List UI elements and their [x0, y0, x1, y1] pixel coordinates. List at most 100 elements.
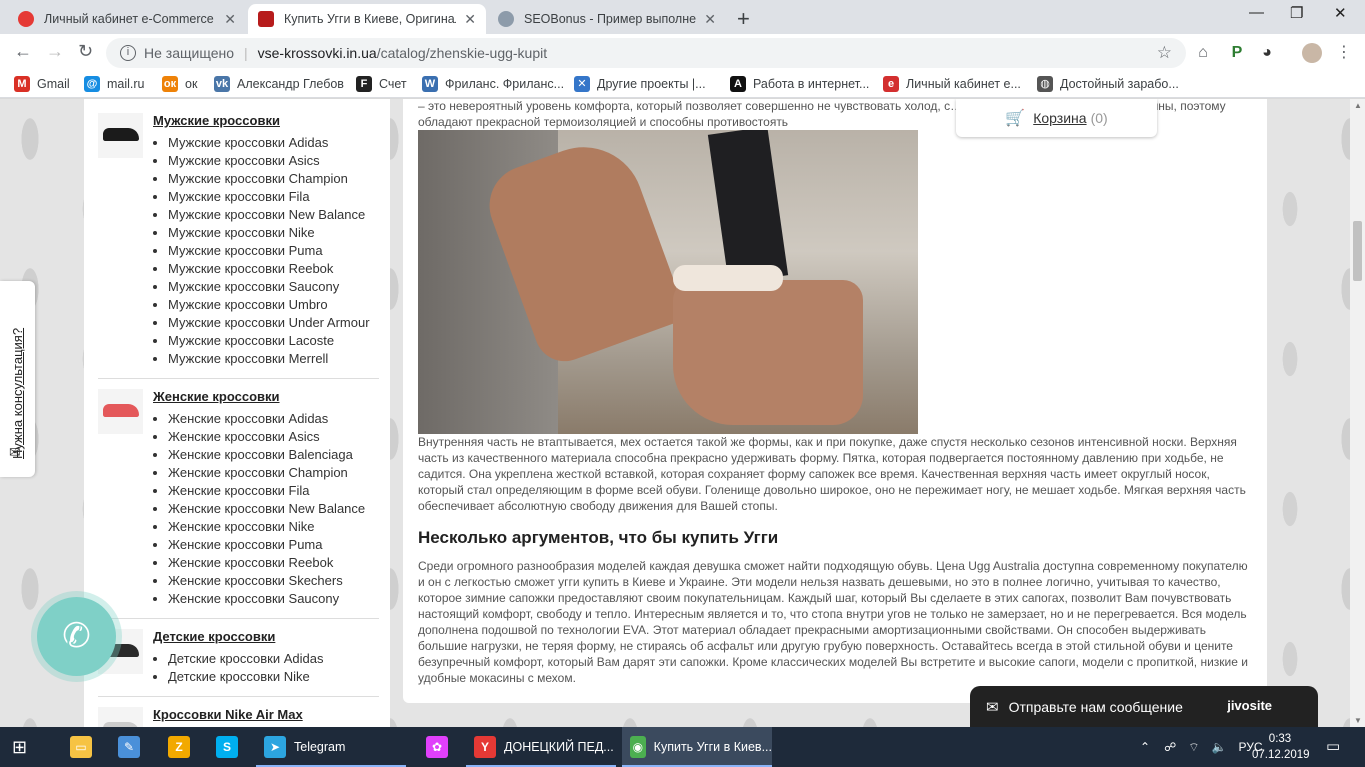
taskbar-paint[interactable]: ✎ [110, 727, 150, 767]
taskbar-skype[interactable]: S [208, 727, 248, 767]
clock[interactable]: 0:33 07.12.2019 [1252, 731, 1310, 763]
bookmark-w[interactable]: W Фриланс. Фриланс... [422, 76, 564, 92]
reload-icon[interactable]: ↻ [78, 41, 93, 62]
wifi-icon[interactable]: ⌔ [1188, 740, 1199, 755]
seobonus-favicon-icon [498, 11, 514, 27]
category-brand-link[interactable]: Мужские кроссовки Asics [168, 152, 370, 170]
category-brand-link[interactable]: Женские кроссовки Reebok [168, 554, 365, 572]
bookmark-mailru[interactable]: @ mail.ru [84, 76, 145, 92]
category-brand-link[interactable]: Женские кроссовки Skechers [168, 572, 365, 590]
bookmark-puzzle[interactable]: ✕ Другие проекты |... [574, 76, 706, 92]
cart-count: (0) [1090, 110, 1108, 126]
category-brand-link[interactable]: Женские кроссовки Saucony [168, 590, 365, 608]
bookmarks-bar: M Gmail @ mail.ru ок ок vk Александр Глебов F Сче… [0, 72, 1365, 98]
category-brand-link[interactable]: Мужские кроссовки Saucony [168, 278, 370, 296]
page-viewport: Мужские кроссовки Мужские кроссовки Adida… [0, 99, 1350, 727]
category-thumbnail[interactable] [98, 113, 143, 158]
tab-ugg[interactable]: Купить Угги в Киеве, Оригинал ✕ [248, 4, 486, 34]
tab-seobonus[interactable]: SEOBonus - Пример выполнения ✕ [488, 4, 726, 34]
bookmark-gmail[interactable]: M Gmail [14, 76, 70, 92]
scroll-up-icon[interactable]: ▲ [1354, 101, 1362, 110]
category-brand-link[interactable]: Мужские кроссовки Umbro [168, 296, 370, 314]
category-brand-link[interactable]: Мужские кроссовки Merrell [168, 350, 370, 368]
callback-phone-button[interactable]: ✆ [37, 597, 116, 676]
chat-label: Отправьте нам сообщение [1008, 698, 1183, 715]
profile-avatar-icon[interactable] [1302, 43, 1322, 63]
taskbar-colorful-app[interactable]: ✿ [418, 727, 458, 767]
volume-icon[interactable]: 🔈 [1212, 740, 1227, 754]
extension-p-icon[interactable]: P [1227, 43, 1247, 63]
bookmark-ecom[interactable]: e Личный кабинет е... [883, 76, 1021, 92]
info-icon[interactable]: i [120, 45, 136, 61]
bookmark-f[interactable]: F Счет [356, 76, 407, 92]
category-brand-link[interactable]: Женские кроссовки Champion [168, 464, 365, 482]
start-button[interactable]: ⊞ [12, 727, 27, 767]
scroll-down-icon[interactable]: ▼ [1354, 716, 1362, 725]
taskbar-explorer[interactable]: ▭ [62, 727, 102, 767]
taskbar-label: Купить Угги в Киев... [653, 740, 772, 754]
minimize-icon[interactable]: — [1249, 4, 1264, 21]
jivosite-logo: jivosite [1227, 698, 1272, 713]
category-title-link[interactable]: Детские кроссовки [153, 629, 323, 644]
category-brand-link[interactable]: Мужские кроссовки New Balance [168, 206, 370, 224]
address-bar[interactable]: i Не защищено | vse-krossovki.in.ua /cat… [106, 38, 1186, 68]
bookmark-ok[interactable]: ок ок [162, 76, 197, 92]
cart-widget[interactable]: 🛒 Корзина (0) [956, 99, 1157, 137]
category-brand-link[interactable]: Женские кроссовки Balenciaga [168, 446, 365, 464]
category-title-link[interactable]: Кроссовки Nike Air Max [153, 707, 303, 722]
category-brand-link[interactable]: Мужские кроссовки Nike [168, 224, 370, 242]
notifications-icon[interactable]: ▭ [1326, 737, 1340, 755]
home-icon[interactable]: ⌂ [1193, 43, 1213, 63]
jivosite-chat-bar[interactable]: ✉ Отправьте нам сообщение jivosite [970, 686, 1318, 727]
forward-icon[interactable]: → [46, 41, 64, 62]
bookmark-label: Фриланс. Фриланс... [445, 77, 565, 91]
bookmark-vk[interactable]: vk Александр Глебов [214, 76, 344, 92]
close-tab-icon[interactable]: ✕ [464, 11, 476, 28]
category-brand-link[interactable]: Мужские кроссовки Reebok [168, 260, 370, 278]
taskbar-yandex[interactable]: Y ДОНЕЦКИЙ ПЕД... [466, 727, 616, 767]
close-window-icon[interactable]: ✕ [1334, 4, 1347, 22]
category-brand-link[interactable]: Детские кроссовки Adidas [168, 650, 323, 668]
taskbar-z-app[interactable]: Z [160, 727, 200, 767]
page-scrollbar[interactable]: ▲ ▼ [1350, 99, 1365, 727]
sneaker-icon [103, 404, 139, 417]
category-thumbnail[interactable] [98, 389, 143, 434]
category-brand-link[interactable]: Мужские кроссовки Puma [168, 242, 370, 260]
bookmark-a[interactable]: A Работа в интернет... [730, 76, 869, 92]
cart-link[interactable]: Корзина [1033, 110, 1086, 126]
category-title-link[interactable]: Мужские кроссовки [153, 113, 370, 128]
back-icon[interactable]: ← [14, 41, 32, 62]
taskbar-chrome[interactable]: ◉ Купить Угги в Киев... [622, 727, 772, 767]
new-tab-button[interactable]: + [737, 6, 750, 32]
close-tab-icon[interactable]: ✕ [224, 11, 236, 28]
category-brand-link[interactable]: Женские кроссовки Fila [168, 482, 365, 500]
category-brand-link[interactable]: Женские кроссовки Adidas [168, 410, 365, 428]
category-title-link[interactable]: Женские кроссовки [153, 389, 365, 404]
menu-icon[interactable]: ⋮ [1334, 43, 1354, 63]
category-brand-link[interactable]: Женские кроссовки Puma [168, 536, 365, 554]
taskbar-telegram[interactable]: ➤ Telegram [256, 727, 406, 767]
category-brand-link[interactable]: Мужские кроссовки Fila [168, 188, 370, 206]
category-brand-link[interactable]: Мужские кроссовки Adidas [168, 134, 370, 152]
tab-ecommerce[interactable]: Личный кабинет e-Commerce P ✕ [8, 4, 246, 34]
scrollbar-thumb[interactable] [1353, 221, 1362, 281]
bookmark-globe[interactable]: ◍ Достойный зарабо... [1037, 76, 1179, 92]
category-brand-link[interactable]: Детские кроссовки Nike [168, 668, 323, 686]
category-brand-link[interactable]: Женские кроссовки Nike [168, 518, 365, 536]
category-thumbnail[interactable] [98, 707, 143, 727]
extension-dog-icon[interactable]: ◕ [1257, 43, 1277, 63]
category-brand-link[interactable]: Мужские кроссовки Champion [168, 170, 370, 188]
network-icon[interactable]: ☍ [1164, 740, 1176, 754]
maximize-icon[interactable]: ❐ [1290, 4, 1303, 22]
category-brand-link[interactable]: Мужские кроссовки Under Armour [168, 314, 370, 332]
paragraph-arguments: Среди огромного разнообразия моделей каж… [418, 559, 1248, 685]
category-brand-link[interactable]: Мужские кроссовки Lacoste [168, 332, 370, 350]
tray-chevron-icon[interactable]: ⌃ [1140, 740, 1150, 754]
category-brand-link[interactable]: Женские кроссовки Asics [168, 428, 365, 446]
consultation-label[interactable]: Нужна консультация? [10, 328, 25, 459]
consultation-tab[interactable]: Нужна консультация? ✉ [0, 281, 35, 477]
bookmark-label: Другие проекты |... [597, 77, 706, 91]
category-brand-link[interactable]: Женские кроссовки New Balance [168, 500, 365, 518]
bookmark-star-icon[interactable]: ☆ [1157, 43, 1172, 63]
close-tab-icon[interactable]: ✕ [704, 11, 716, 28]
